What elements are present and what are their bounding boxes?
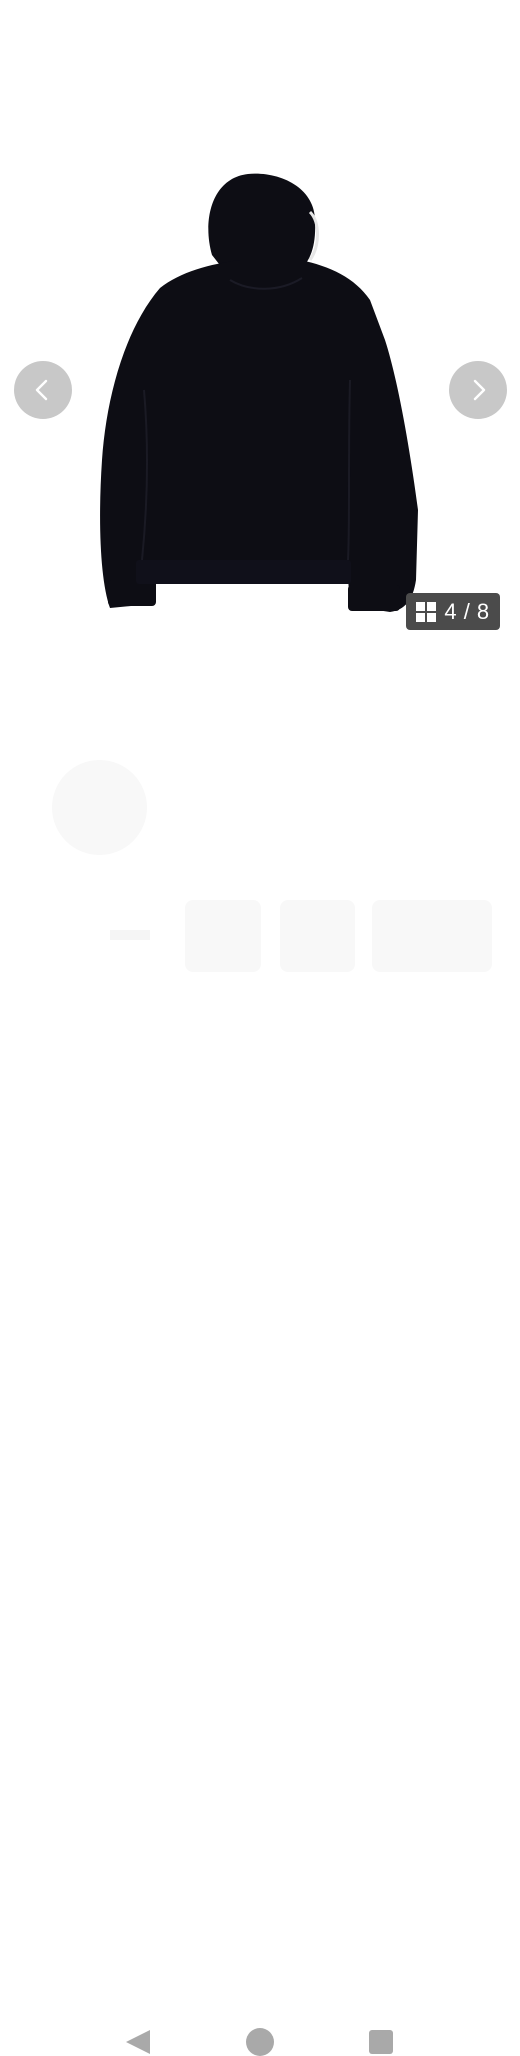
home-circle-icon[interactable] bbox=[246, 2028, 274, 2056]
chevron-left-icon bbox=[35, 379, 48, 401]
recents-square-icon[interactable] bbox=[369, 2030, 393, 2054]
next-image-button[interactable] bbox=[449, 361, 507, 419]
faded-avatar bbox=[52, 760, 147, 855]
product-image-gallery[interactable]: 4 / 8 bbox=[0, 0, 520, 650]
faded-divider bbox=[110, 930, 150, 940]
chevron-right-icon bbox=[473, 379, 486, 401]
image-counter-button[interactable]: 4 / 8 bbox=[406, 593, 500, 630]
grid-icon bbox=[416, 601, 437, 622]
faded-action-button bbox=[185, 900, 261, 972]
product-image-hoodie[interactable] bbox=[80, 160, 440, 620]
system-navigation-bar bbox=[0, 1000, 520, 2056]
faded-action-button bbox=[280, 900, 355, 972]
image-counter-text: 4 / 8 bbox=[444, 598, 490, 624]
faded-action-button bbox=[372, 900, 492, 972]
back-triangle-icon[interactable] bbox=[124, 2028, 152, 2056]
previous-image-button[interactable] bbox=[14, 361, 72, 419]
